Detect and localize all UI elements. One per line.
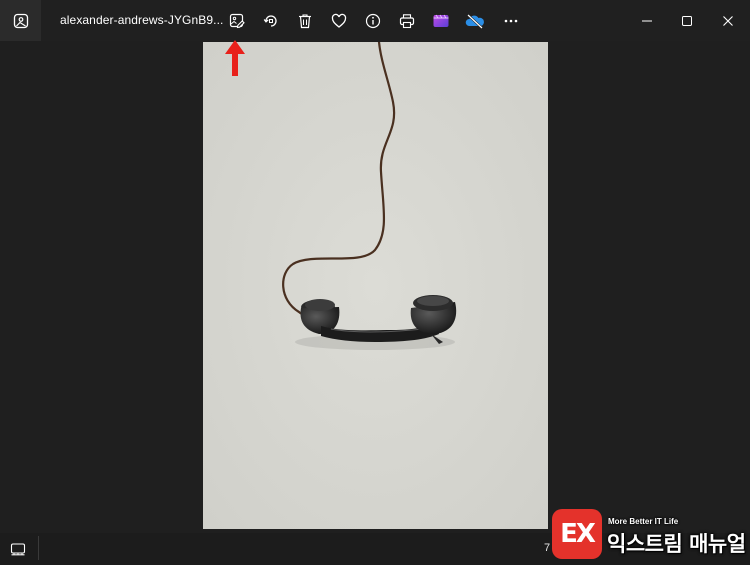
edit-image-icon: [229, 13, 245, 29]
watermark-tagline: More Better IT Life: [608, 517, 679, 526]
filmstrip-toggle-button[interactable]: [6, 537, 30, 561]
more-options-button[interactable]: [499, 9, 523, 33]
file-name-title: alexander-andrews-JYGnB9...: [60, 13, 224, 27]
close-icon: [723, 15, 733, 26]
clipchamp-button[interactable]: [429, 9, 453, 33]
rotate-button[interactable]: [259, 9, 283, 33]
photos-app-icon[interactable]: [0, 0, 41, 41]
info-icon: [365, 13, 381, 29]
favorite-button[interactable]: [327, 9, 351, 33]
clipchamp-icon: [433, 14, 449, 27]
rotate-icon: [263, 15, 277, 27]
print-icon: [399, 14, 415, 29]
delete-button[interactable]: [293, 9, 317, 33]
bottom-bar-divider: [38, 536, 39, 560]
info-button[interactable]: [361, 9, 385, 33]
zoom-level-text: 7: [544, 542, 551, 554]
displayed-photo[interactable]: [203, 42, 548, 529]
telephone-handset-image: [203, 42, 548, 529]
photos-app-window: alexander-andrews-JYGnB9... 7 EX More Be…: [0, 0, 750, 565]
maximize-button[interactable]: [667, 0, 707, 41]
close-button[interactable]: [708, 0, 748, 41]
title-bar: alexander-andrews-JYGnB9...: [0, 0, 750, 41]
favorite-heart-icon: [331, 13, 347, 28]
onedrive-button[interactable]: [463, 9, 487, 33]
print-button[interactable]: [395, 9, 419, 33]
site-watermark-logo: EX More Better IT Life 익스트림 매뉴얼: [552, 509, 746, 559]
more-options-icon: [504, 19, 518, 23]
filmstrip-icon: [10, 543, 26, 556]
watermark-badge: EX: [552, 509, 602, 559]
maximize-icon: [682, 15, 692, 26]
minimize-icon: [642, 20, 652, 21]
watermark-name: 익스트림 매뉴얼: [607, 532, 746, 556]
minimize-button[interactable]: [627, 0, 667, 41]
gallery-icon: [13, 13, 28, 28]
annotation-arrow-icon: [225, 40, 245, 76]
watermark-badge-text: EX: [560, 519, 596, 549]
delete-icon: [299, 14, 311, 29]
onedrive-sync-off-icon: [465, 14, 484, 29]
edit-image-button[interactable]: [225, 9, 249, 33]
